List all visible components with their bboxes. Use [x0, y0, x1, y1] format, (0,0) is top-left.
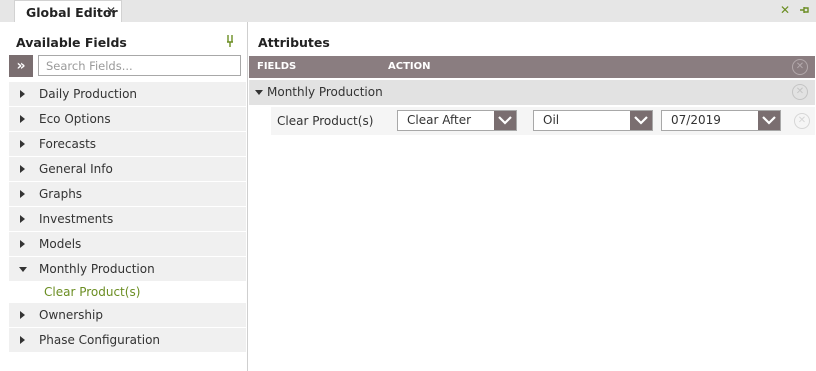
attributes-title: Attributes — [258, 35, 330, 50]
caret-right-icon — [20, 115, 25, 123]
caret-right-icon — [20, 240, 25, 248]
group-row-label: Monthly Production — [267, 85, 383, 99]
tab-bar: Global Editor ✕ ✕ — [0, 0, 816, 22]
window-pin-icon[interactable] — [798, 4, 810, 16]
product-select-value: Oil — [543, 113, 560, 127]
tree-child-clear-products[interactable]: Clear Product(s) — [9, 282, 246, 303]
attribute-row-clear-products: Clear Product(s) Clear After Oil 07/2019… — [271, 107, 815, 135]
attribute-label: Clear Product(s) — [277, 114, 374, 128]
caret-right-icon — [20, 336, 25, 344]
product-select[interactable]: Oil — [533, 110, 653, 131]
clear-all-close-icon[interactable]: ✕ — [792, 59, 808, 75]
window-close-icon[interactable]: ✕ — [780, 3, 790, 17]
tree-item-label: Daily Production — [39, 87, 138, 101]
tree-item-label: Models — [39, 237, 82, 251]
tab-title: Global Editor — [26, 5, 118, 20]
tree-item-monthly-production[interactable]: Monthly Production — [9, 257, 246, 282]
column-header-fields: FIELDS — [257, 61, 297, 72]
tree-item-label: General Info — [39, 162, 113, 176]
tree-item-investments[interactable]: Investments — [9, 207, 246, 232]
action-select[interactable]: Clear After — [397, 110, 517, 131]
tree-item-label: Forecasts — [39, 137, 97, 151]
action-select-value: Clear After — [407, 113, 472, 127]
tree-item-ownership[interactable]: Ownership — [9, 303, 246, 328]
panel-divider[interactable] — [247, 22, 248, 371]
chevron-down-icon[interactable] — [494, 111, 516, 130]
date-select[interactable]: 07/2019 — [661, 110, 781, 131]
chevron-down-icon[interactable] — [630, 111, 652, 130]
remove-row-close-icon[interactable]: ✕ — [794, 113, 810, 129]
caret-down-icon — [255, 90, 263, 95]
remove-group-close-icon[interactable]: ✕ — [792, 84, 808, 100]
panel-pin-icon[interactable] — [225, 34, 235, 48]
chevron-down-icon[interactable] — [758, 111, 780, 130]
available-fields-title: Available Fields — [16, 35, 127, 50]
caret-down-icon — [19, 267, 27, 272]
caret-right-icon — [20, 140, 25, 148]
tree-item-graphs[interactable]: Graphs — [9, 182, 246, 207]
tree-item-daily-production[interactable]: Daily Production — [9, 82, 246, 107]
caret-right-icon — [20, 215, 25, 223]
caret-right-icon — [20, 90, 25, 98]
caret-right-icon — [20, 165, 25, 173]
tree-item-label: Ownership — [39, 308, 103, 322]
tree-item-label: Phase Configuration — [39, 333, 161, 347]
caret-right-icon — [20, 311, 25, 319]
tree-item-eco-options[interactable]: Eco Options — [9, 107, 246, 132]
date-select-value: 07/2019 — [671, 113, 721, 127]
tab-global-editor[interactable]: Global Editor ✕ — [14, 0, 122, 22]
tree-item-label: Investments — [39, 212, 114, 226]
caret-right-icon — [20, 190, 25, 198]
tree-item-general-info[interactable]: General Info — [9, 157, 246, 182]
tree-item-label: Graphs — [39, 187, 83, 201]
search-fields-input[interactable] — [38, 55, 241, 76]
attributes-grid-header: FIELDS ACTION ✕ — [249, 56, 815, 78]
group-row-monthly-production[interactable]: Monthly Production ✕ — [249, 80, 815, 105]
fields-tree: Daily Production Eco Options Forecasts G… — [9, 82, 246, 353]
tab-close-icon[interactable]: ✕ — [106, 4, 116, 18]
available-fields-panel: Available Fields » Daily Production Eco … — [0, 22, 247, 371]
column-header-action: ACTION — [388, 61, 431, 72]
tree-item-models[interactable]: Models — [9, 232, 246, 257]
expand-all-button[interactable]: » — [9, 55, 33, 77]
tree-item-label: Eco Options — [39, 112, 111, 126]
tree-item-label: Monthly Production — [39, 262, 155, 276]
tree-child-label: Clear Product(s) — [44, 285, 141, 299]
tree-item-forecasts[interactable]: Forecasts — [9, 132, 246, 157]
tree-item-phase-configuration[interactable]: Phase Configuration — [9, 328, 246, 353]
